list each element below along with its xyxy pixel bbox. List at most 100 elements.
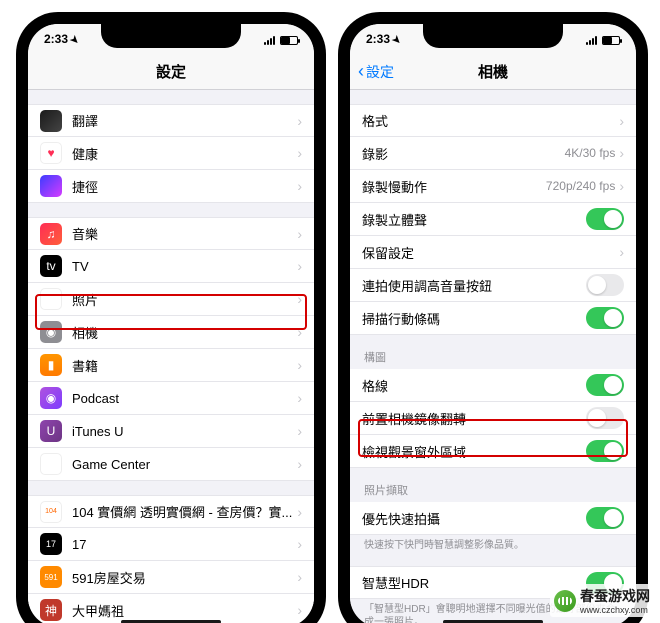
chevron-right-icon: ›	[297, 145, 302, 161]
row-label: 照片	[72, 290, 297, 309]
battery-icon	[602, 36, 620, 45]
row-label: 捷徑	[72, 177, 297, 196]
notch	[423, 24, 563, 48]
nav-bar-camera: ‹ 設定 相機	[350, 54, 636, 90]
row-label: 連拍使用調高音量按鈕	[362, 276, 586, 295]
camera-row-stereo[interactable]: 錄製立體聲	[350, 203, 636, 236]
row-label: 掃描行動條碼	[362, 309, 586, 328]
tv-icon: tv	[40, 255, 62, 277]
chevron-right-icon: ›	[297, 536, 302, 552]
camera-row-record-video[interactable]: 錄影4K/30 fps›	[350, 137, 636, 170]
settings-row-podcast[interactable]: ◉ Podcast›	[28, 382, 314, 415]
camera-row-scan-qr[interactable]: 掃描行動條碼	[350, 302, 636, 335]
notch	[101, 24, 241, 48]
toggle-view-outside[interactable]	[586, 440, 624, 462]
watermark-url: www.czchxy.com	[580, 606, 650, 615]
settings-row-camera[interactable]: ◉ 相機›	[28, 316, 314, 349]
chevron-right-icon: ›	[297, 602, 302, 618]
back-label: 設定	[366, 62, 394, 82]
page-title: 設定	[156, 61, 186, 82]
chevron-right-icon: ›	[297, 569, 302, 585]
camera-row-record-slomo[interactable]: 錄製慢動作720p/240 fps›	[350, 170, 636, 203]
app-mazu-icon: 神	[40, 599, 62, 621]
row-label: Game Center	[72, 457, 297, 472]
toggle-stereo[interactable]	[586, 208, 624, 230]
camera-row-grid[interactable]: 格線	[350, 369, 636, 402]
app-17-icon: 17	[40, 533, 62, 555]
row-label: 前置相機鏡像翻轉	[362, 409, 586, 428]
row-label: 104 實價網 透明實價網 - 查房價？實...	[72, 502, 297, 521]
health-icon: ♥	[40, 142, 62, 164]
settings-row-tv[interactable]: tvTV›	[28, 250, 314, 283]
toggle-burst-volume[interactable]	[586, 274, 624, 296]
row-label: Podcast	[72, 391, 297, 406]
watermark-name: 春蚕游戏网	[580, 588, 650, 604]
camera-row-format[interactable]: 格式›	[350, 104, 636, 137]
podcast-icon: ◉	[40, 387, 62, 409]
settings-row-app-591[interactable]: 591 591房屋交易›	[28, 561, 314, 594]
battery-icon	[280, 36, 298, 45]
watermark-icon	[554, 590, 576, 612]
status-time: 2:33	[366, 32, 390, 46]
row-label: iTunes U	[72, 424, 297, 439]
camera-row-prioritize-fast[interactable]: 優先快速拍攝	[350, 502, 636, 535]
chevron-right-icon: ›	[297, 258, 302, 274]
translate-icon	[40, 110, 62, 132]
settings-row-music[interactable]: ♫音樂›	[28, 217, 314, 250]
camera-row-mirror-front[interactable]: 前置相機鏡像翻轉	[350, 402, 636, 435]
row-label: 優先快速拍攝	[362, 509, 586, 528]
toggle-scan-qr[interactable]	[586, 307, 624, 329]
settings-row-app-17[interactable]: 1717›	[28, 528, 314, 561]
toggle-prioritize-fast[interactable]	[586, 507, 624, 529]
row-label: 檢視觀景窗外區域	[362, 442, 586, 461]
chevron-right-icon: ›	[619, 244, 624, 260]
app-591-icon: 591	[40, 566, 62, 588]
chevron-right-icon: ›	[297, 291, 302, 307]
row-label: 格式	[362, 111, 619, 130]
row-label: 健康	[72, 144, 297, 163]
row-label: 書籍	[72, 356, 297, 375]
toggle-mirror-front[interactable]	[586, 407, 624, 429]
settings-row-shortcuts[interactable]: 捷徑›	[28, 170, 314, 203]
books-icon: ▮	[40, 354, 62, 376]
row-label: 591房屋交易	[72, 568, 297, 587]
settings-row-books[interactable]: ▮書籍›	[28, 349, 314, 382]
nav-bar-settings: 設定	[28, 54, 314, 90]
settings-row-app-mazu[interactable]: 神大甲媽祖›	[28, 594, 314, 623]
camera-row-burst-volume[interactable]: 連拍使用調高音量按鈕	[350, 269, 636, 302]
signal-icon	[264, 36, 275, 45]
back-button[interactable]: ‹ 設定	[358, 61, 394, 82]
row-label: 錄製立體聲	[362, 210, 586, 229]
row-label: 翻譯	[72, 111, 297, 130]
row-label: 保留設定	[362, 243, 619, 262]
toggle-grid[interactable]	[586, 374, 624, 396]
status-time: 2:33	[44, 32, 68, 46]
music-icon: ♫	[40, 223, 62, 245]
app-104-icon: 104	[40, 501, 62, 523]
photos-icon: ✿	[40, 288, 62, 310]
camera-row-preserve[interactable]: 保留設定›	[350, 236, 636, 269]
shortcuts-icon	[40, 175, 62, 197]
camera-icon: ◉	[40, 321, 62, 343]
settings-row-app-104[interactable]: 104 104 實價網 透明實價網 - 查房價？實...›	[28, 495, 314, 528]
row-detail: 4K/30 fps	[565, 146, 616, 160]
row-label: 格線	[362, 376, 586, 395]
camera-row-view-outside[interactable]: 檢視觀景窗外區域	[350, 435, 636, 468]
signal-icon	[586, 36, 597, 45]
row-label: 相機	[72, 323, 297, 342]
chevron-right-icon: ›	[619, 145, 624, 161]
group-footnote: 快速按下快門時智慧調整影像品質。	[350, 535, 636, 552]
chevron-right-icon: ›	[297, 324, 302, 340]
game-center-icon: ✦	[40, 453, 62, 475]
settings-row-game-center[interactable]: ✦Game Center›	[28, 448, 314, 481]
chevron-right-icon: ›	[297, 504, 302, 520]
page-title: 相機	[478, 61, 508, 82]
itunesu-icon: U	[40, 420, 62, 442]
settings-row-translate[interactable]: 翻譯›	[28, 104, 314, 137]
settings-row-photos[interactable]: ✿ 照片›	[28, 283, 314, 316]
chevron-right-icon: ›	[297, 390, 302, 406]
group-title: 構圖	[350, 349, 636, 369]
settings-row-itunesu[interactable]: UiTunes U›	[28, 415, 314, 448]
settings-row-health[interactable]: ♥ 健康›	[28, 137, 314, 170]
chevron-right-icon: ›	[619, 178, 624, 194]
